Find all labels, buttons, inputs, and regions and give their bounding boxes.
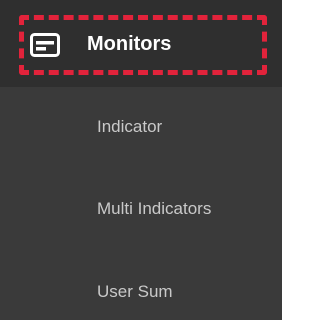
monitor-panel-icon (30, 33, 60, 57)
menu-item-multi-indicators[interactable]: Multi Indicators (0, 174, 282, 244)
menu-item-user-sum[interactable]: User Sum (0, 257, 282, 327)
monitors-menu-panel: Monitors Indicator Multi Indicators User… (0, 0, 288, 320)
monitors-submenu: Indicator Multi Indicators User Sum (0, 87, 282, 320)
menu-item-label: User Sum (97, 282, 173, 301)
menu-item-indicator[interactable]: Indicator (0, 92, 282, 162)
menu-item-label: Indicator (97, 117, 163, 136)
menu-item-label: Multi Indicators (97, 199, 212, 218)
monitors-header[interactable]: Monitors (0, 0, 282, 87)
monitors-title: Monitors (87, 33, 172, 55)
